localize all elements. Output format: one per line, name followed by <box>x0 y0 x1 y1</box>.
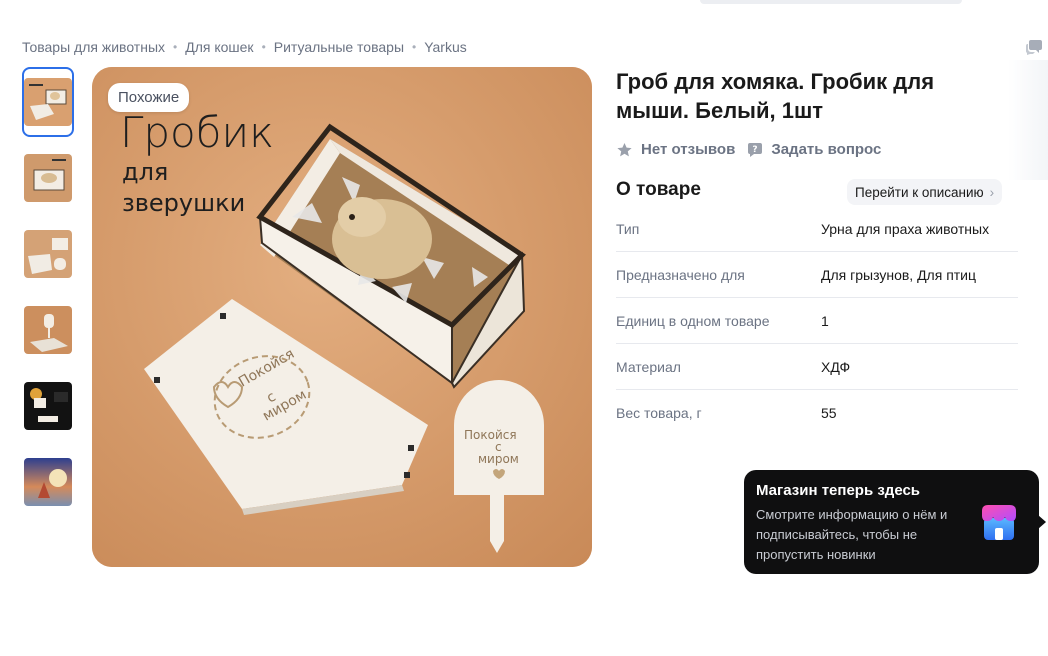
about-heading: О товаре <box>616 179 701 200</box>
spec-value: Урна для праха животных <box>821 220 990 237</box>
thumbnail-2[interactable] <box>22 143 74 213</box>
reviews-label: Нет отзывов <box>641 141 736 158</box>
thumbnail-list <box>22 67 78 523</box>
spec-key: Предназначено для <box>616 266 745 283</box>
go-to-description-button[interactable]: Перейти к описанию › <box>847 179 1003 205</box>
image-subtitle-1: для <box>122 158 168 186</box>
spec-key: Тип <box>616 220 640 237</box>
go-to-description-label: Перейти к описанию <box>855 184 984 200</box>
breadcrumb-separator: • <box>173 40 178 54</box>
spec-key: Материал <box>616 358 681 375</box>
similar-products-badge[interactable]: Похожие <box>108 83 190 112</box>
main-product-image[interactable]: Гробик для зверушки Покойся с миром Поко… <box>92 67 592 567</box>
breadcrumb-item-for-cats[interactable]: Для кошек <box>185 39 253 55</box>
breadcrumb-separator: • <box>261 40 266 54</box>
popup-title: Магазин теперь здесь <box>756 482 921 499</box>
image-heading: Гробик <box>120 108 274 157</box>
spec-row: Вес товара, г 55 <box>616 390 1018 435</box>
spec-row: Единиц в одном товаре 1 <box>616 298 1018 344</box>
thumbnail-5[interactable] <box>22 371 74 441</box>
breadcrumb-item-brand[interactable]: Yarkus <box>424 39 467 55</box>
sign-engraving-line-3: миром <box>478 452 519 466</box>
breadcrumb-separator: • <box>412 40 417 54</box>
reviews-link[interactable]: Нет отзывов <box>616 141 735 158</box>
ask-question-link[interactable]: ? Задать вопрос <box>747 141 881 158</box>
breadcrumb-item-pet-goods[interactable]: Товары для животных <box>22 39 165 55</box>
thumbnail-6[interactable] <box>22 447 74 517</box>
breadcrumb: Товары для животных • Для кошек • Ритуал… <box>22 39 467 55</box>
spec-value: 1 <box>821 312 829 329</box>
product-meta: Нет отзывов ? Задать вопрос <box>616 141 881 158</box>
chevron-right-icon: › <box>989 184 995 200</box>
svg-text:?: ? <box>753 145 758 155</box>
popup-text: Смотрите информацию о нём и подписывайте… <box>756 507 948 562</box>
image-subtitle-2: зверушки <box>122 189 245 217</box>
spec-row: Материал ХДФ <box>616 344 1018 390</box>
spec-key: Единиц в одном товаре <box>616 312 770 329</box>
shop-icon[interactable] <box>979 502 1019 542</box>
sign-engraving-line-1: Покойся <box>464 428 517 442</box>
top-search-bar-edge <box>700 0 962 4</box>
thumbnail-4[interactable] <box>22 295 74 365</box>
spec-row: Предназначено для Для грызунов, Для птиц <box>616 252 1018 298</box>
ask-question-label: Задать вопрос <box>771 141 882 158</box>
thumbnail-3[interactable] <box>22 219 74 289</box>
thumbnail-1[interactable] <box>22 67 74 137</box>
spec-row: Тип Урна для праха животных <box>616 206 1018 252</box>
product-title: Гроб для хомяка. Гробик для мыши. Белый,… <box>616 69 935 123</box>
popup-arrow <box>1038 515 1046 529</box>
spec-value: Для грызунов, Для птиц <box>821 266 977 283</box>
spec-key: Вес товара, г <box>616 404 702 421</box>
breadcrumb-item-ritual-goods[interactable]: Ритуальные товары <box>274 39 404 55</box>
question-icon: ? <box>748 142 763 157</box>
spec-value: ХДФ <box>821 358 851 375</box>
product-photo: Гробик для зверушки Покойся с миром Поко… <box>92 67 592 567</box>
specs-table: Тип Урна для праха животных Предназначен… <box>616 206 1018 435</box>
star-icon <box>617 142 632 156</box>
spec-value: 55 <box>821 404 837 421</box>
chat-icon[interactable] <box>1025 39 1043 55</box>
page-edge-shadow <box>1008 60 1048 180</box>
store-popup[interactable]: Магазин теперь здесь Смотрите информацию… <box>744 470 1046 574</box>
